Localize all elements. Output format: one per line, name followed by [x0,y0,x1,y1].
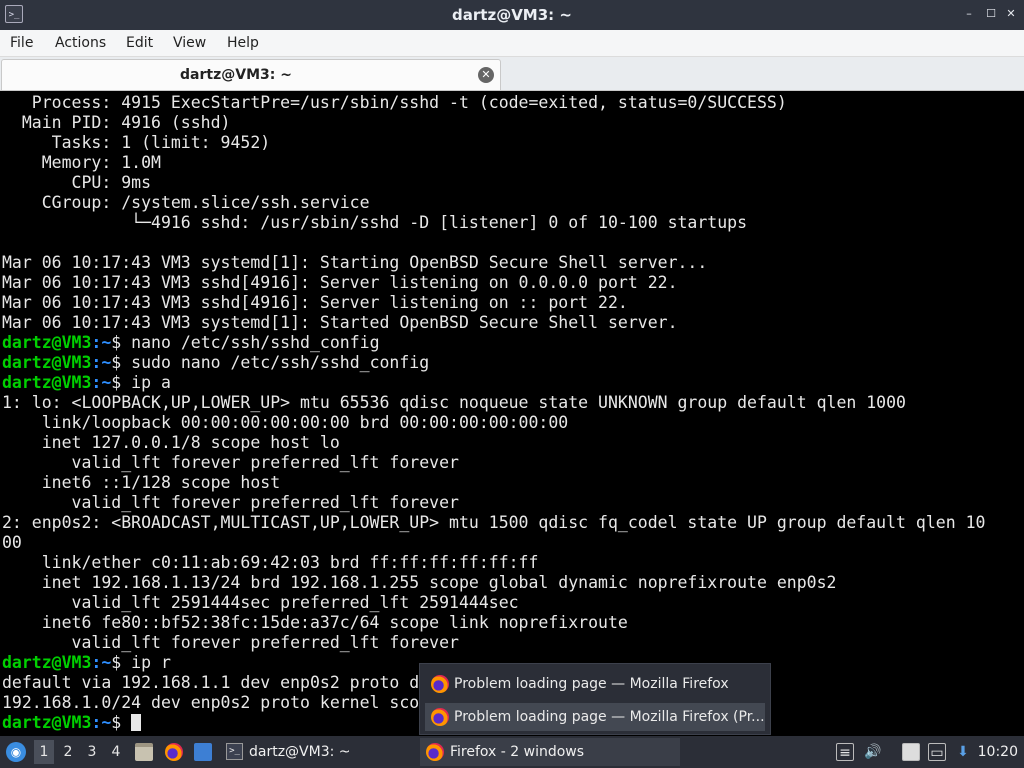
prompt-user: dartz@VM3 [2,713,92,732]
terminal-line: inet 127.0.0.1/8 scope host lo [2,433,340,452]
terminal-line: link/loopback 00:00:00:00:00:00 brd 00:0… [2,413,569,432]
workspace-2[interactable]: 2 [58,740,78,764]
terminal-line: Mar 06 10:17:43 VM3 sshd[4916]: Server l… [2,273,678,292]
firefox-icon [426,743,444,761]
prompt-user: dartz@VM3 [2,333,92,352]
clipboard-icon[interactable] [902,743,920,761]
volume-icon[interactable]: 🔊 [864,743,882,761]
terminal-line: Mar 06 10:17:43 VM3 sshd[4916]: Server l… [2,293,628,312]
minimize-button[interactable]: – [962,7,976,21]
tab-terminal[interactable]: dartz@VM3: ~ ✕ [1,59,501,90]
command-text: ip r [121,653,171,672]
firefox-icon [431,708,449,726]
prompt-symbol: $ [111,373,122,392]
terminal-line: Process: 4915 ExecStartPre=/usr/sbin/ssh… [2,93,787,112]
terminal-line: inet6 ::1/128 scope host [2,473,281,492]
terminal-icon: >_ [226,743,243,760]
terminal-prompt-line: dartz@VM3:~$ ip a [2,373,985,393]
terminal-line: 2: enp0s2: <BROADCAST,MULTICAST,UP,LOWER… [2,513,986,532]
terminal-line: Main PID: 4916 (sshd) [2,113,231,132]
firefox-icon[interactable] [165,743,183,761]
terminal-lines: Process: 4915 ExecStartPre=/usr/sbin/ssh… [2,93,985,733]
popup-window-label: Problem loading page — Mozilla Firefox (… [454,709,765,725]
prompt-path: :~ [91,713,112,732]
popup-window-label: Problem loading page — Mozilla Firefox [454,676,729,692]
terminal-line: Mar 06 10:17:43 VM3 systemd[1]: Started … [2,313,678,332]
notes-icon[interactable]: ≡ [836,743,854,761]
menu-bar: File Actions Edit View Help [0,30,1024,57]
terminal-line: inet 192.168.1.13/24 brd 192.168.1.255 s… [2,573,837,592]
network-icon[interactable]: ▭ [928,743,946,761]
close-button[interactable]: ✕ [1004,7,1018,21]
window-titlebar[interactable]: >_ dartz@VM3: ~ – ☐ ✕ [0,0,1024,30]
command-text: nano /etc/ssh/sshd_config [121,333,380,352]
tab-label: dartz@VM3: ~ [180,67,292,83]
workspace-3[interactable]: 3 [82,740,102,764]
terminal-line: └─4916 sshd: /usr/sbin/sshd -D [listener… [2,213,748,232]
update-icon[interactable]: ⬇ [954,743,972,761]
terminal-line: CGroup: /system.slice/ssh.service [2,193,370,212]
terminal-line: valid_lft forever preferred_lft forever [2,493,459,512]
terminal-prompt-line: dartz@VM3:~$ nano /etc/ssh/sshd_config [2,333,985,353]
terminal-line: Mar 06 10:17:43 VM3 systemd[1]: Starting… [2,253,708,272]
terminal-prompt-line: dartz@VM3:~$ sudo nano /etc/ssh/sshd_con… [2,353,985,373]
window-title: dartz@VM3: ~ [452,6,572,24]
menu-help[interactable]: Help [227,30,259,56]
prompt-user: dartz@VM3 [2,373,92,392]
taskbar: ◉ 1 2 3 4 >_ dartz@VM3: ~ Firefox - 2 wi… [0,736,1024,768]
menu-file[interactable]: File [10,30,33,56]
file-manager-icon[interactable] [135,743,153,761]
tab-bar: dartz@VM3: ~ ✕ [0,57,1024,91]
task-label: dartz@VM3: ~ [249,744,351,760]
terminal-line: CPU: 9ms [2,173,152,192]
prompt-user: dartz@VM3 [2,653,92,672]
prompt-path: :~ [91,333,112,352]
start-menu-icon[interactable]: ◉ [6,742,26,762]
popup-window-item-selected[interactable]: Problem loading page — Mozilla Firefox (… [425,703,765,731]
prompt-symbol: $ [111,713,122,732]
terminal-line: valid_lft 2591444sec preferred_lft 25914… [2,593,519,612]
firefox-icon [431,675,449,693]
prompt-symbol: $ [111,353,122,372]
terminal-line: link/ether c0:11:ab:69:42:03 brd ff:ff:f… [2,553,539,572]
terminal-line: inet6 fe80::bf52:38fc:15de:a37c/64 scope… [2,613,628,632]
terminal-line: 1: lo: <LOOPBACK,UP,LOWER_UP> mtu 65536 … [2,393,906,412]
task-button-firefox[interactable]: Firefox - 2 windows [420,738,680,766]
menu-edit[interactable]: Edit [126,30,153,56]
terminal-line: 00 [2,533,22,552]
terminal-output[interactable]: Process: 4915 ExecStartPre=/usr/sbin/ssh… [0,91,1024,735]
terminal-line: valid_lft forever preferred_lft forever [2,453,459,472]
workspace-4[interactable]: 4 [106,740,126,764]
terminal-line: Tasks: 1 (limit: 9452) [2,133,271,152]
terminal-line: valid_lft forever preferred_lft forever [2,633,459,652]
task-button-terminal[interactable]: >_ dartz@VM3: ~ [222,738,414,766]
text-cursor [131,714,142,731]
command-text [121,713,131,732]
terminal-line: Memory: 1.0M [2,153,161,172]
menu-actions[interactable]: Actions [55,30,106,56]
prompt-path: :~ [91,353,112,372]
workspace-1[interactable]: 1 [34,740,54,764]
task-window-list-popup: Problem loading page — Mozilla Firefox P… [419,663,771,735]
prompt-user: dartz@VM3 [2,353,92,372]
maximize-button[interactable]: ☐ [984,7,998,21]
tab-close-icon[interactable]: ✕ [478,67,494,83]
command-text: sudo nano /etc/ssh/sshd_config [121,353,430,372]
command-text: ip a [121,373,171,392]
prompt-path: :~ [91,373,112,392]
show-desktop-icon[interactable] [194,743,212,761]
prompt-symbol: $ [111,333,122,352]
popup-window-item[interactable]: Problem loading page — Mozilla Firefox [425,670,765,698]
task-label: Firefox - 2 windows [450,744,585,760]
prompt-path: :~ [91,653,112,672]
menu-view[interactable]: View [173,30,206,56]
clock[interactable]: 10:20 [978,736,1018,768]
prompt-symbol: $ [111,653,122,672]
